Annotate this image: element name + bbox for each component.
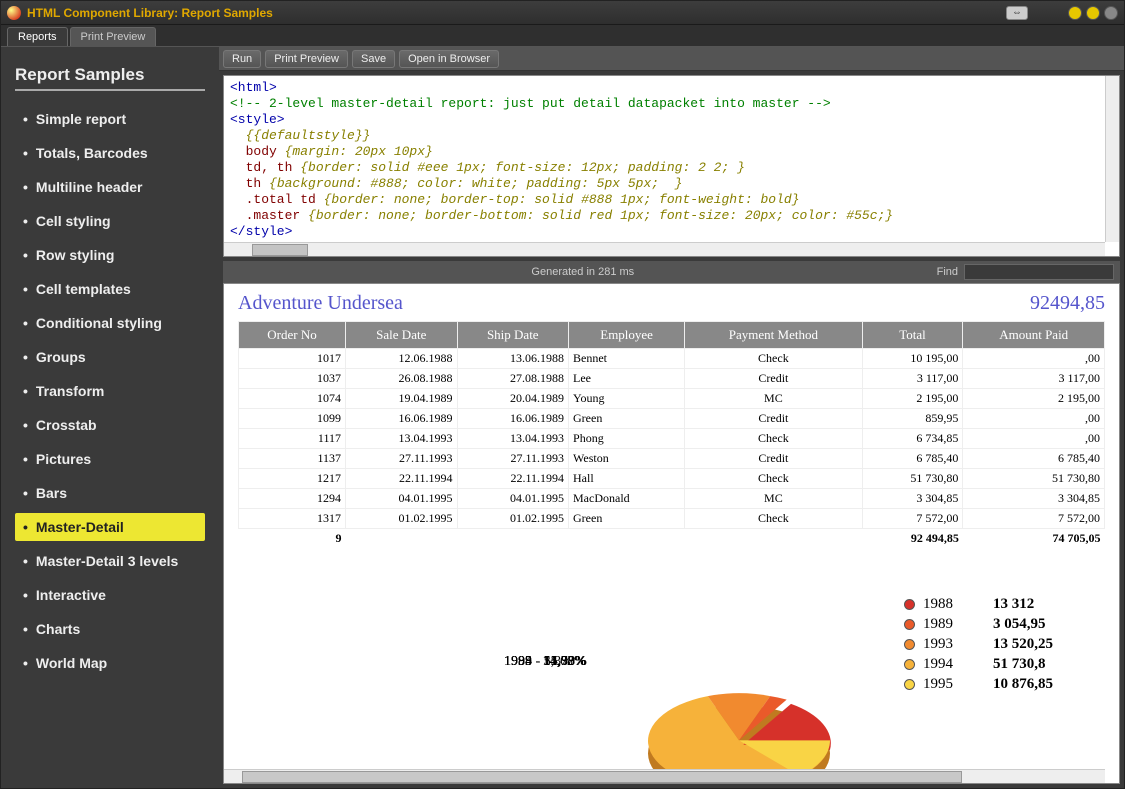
open-in-browser-button[interactable]: Open in Browser <box>399 50 499 68</box>
sidebar-item-conditional-styling[interactable]: Conditional styling <box>15 309 205 337</box>
sidebar-item-charts[interactable]: Charts <box>15 615 205 643</box>
run-button[interactable]: Run <box>223 50 261 68</box>
col-header: Payment Method <box>685 322 862 349</box>
col-header: Ship Date <box>457 322 569 349</box>
preview-hscroll[interactable] <box>224 769 1105 783</box>
sidebar-item-totals-barcodes[interactable]: Totals, Barcodes <box>15 139 205 167</box>
code-vscroll[interactable] <box>1105 76 1119 242</box>
pie-label-1993: 1993 14,62% <box>504 654 586 670</box>
table-row: 107419.04.198920.04.1989YoungMC2 195,002… <box>239 389 1105 409</box>
window-title: HTML Component Library: Report Samples <box>27 6 1006 20</box>
col-header: Amount Paid <box>963 322 1105 349</box>
print-preview-button[interactable]: Print Preview <box>265 50 348 68</box>
table-row: 129404.01.199504.01.1995MacDonaldMC3 304… <box>239 489 1105 509</box>
col-header: Employee <box>569 322 685 349</box>
total-row: 992 494,8574 705,05 <box>239 529 1105 549</box>
report-table: Order NoSale DateShip DateEmployeePaymen… <box>238 321 1105 548</box>
col-header: Order No <box>239 322 346 349</box>
table-row: 113727.11.199327.11.1993WestonCredit6 78… <box>239 449 1105 469</box>
code-hscroll[interactable] <box>224 242 1105 256</box>
app-icon <box>7 6 21 20</box>
table-row: 131701.02.199501.02.1995GreenCheck7 572,… <box>239 509 1105 529</box>
tab-reports[interactable]: Reports <box>7 27 68 46</box>
sidebar-item-master-detail-3-levels[interactable]: Master-Detail 3 levels <box>15 547 205 575</box>
table-row: 101712.06.198813.06.1988BennetCheck10 19… <box>239 349 1105 369</box>
master-header: Adventure Undersea 92494,85 <box>238 292 1105 315</box>
sidebar-item-multiline-header[interactable]: Multiline header <box>15 173 205 201</box>
generated-label: Generated in 281 ms <box>229 266 937 278</box>
col-header: Sale Date <box>346 322 458 349</box>
find-label: Find <box>937 266 958 278</box>
sidebar-item-world-map[interactable]: World Map <box>15 649 205 677</box>
sidebar-item-row-styling[interactable]: Row styling <box>15 241 205 269</box>
report-grand-total: 92494,85 <box>1030 292 1105 315</box>
col-header: Total <box>862 322 963 349</box>
main-tabs: Reports Print Preview <box>1 25 1124 47</box>
table-row: 121722.11.199422.11.1994HallCheck51 730,… <box>239 469 1105 489</box>
sidebar-title: Report Samples <box>15 65 205 91</box>
maximize-icon[interactable] <box>1086 6 1100 20</box>
legend-row: 198813 312 <box>904 594 1053 614</box>
titlebar: HTML Component Library: Report Samples ⇔ <box>1 1 1124 25</box>
status-bar: Generated in 281 ms Find <box>223 261 1120 283</box>
sidebar-item-transform[interactable]: Transform <box>15 377 205 405</box>
find-input[interactable] <box>964 264 1114 280</box>
code-editor[interactable]: <html> <!-- 2-level master-detail report… <box>223 75 1120 257</box>
legend-row: 19893 054,95 <box>904 614 1053 634</box>
sidebar-item-cell-templates[interactable]: Cell templates <box>15 275 205 303</box>
report-title: Adventure Undersea <box>238 292 403 315</box>
sidebar: Report Samples Simple report Totals, Barc… <box>1 47 219 788</box>
pie-chart: 1994 - 55,93% 1995 - 11,76% 1988 - 14,39… <box>504 654 1004 784</box>
close-icon[interactable] <box>1104 6 1118 20</box>
minimize-icon[interactable] <box>1068 6 1082 20</box>
table-row: 109916.06.198916.06.1989GreenCredit859,9… <box>239 409 1105 429</box>
sidebar-item-groups[interactable]: Groups <box>15 343 205 371</box>
sidebar-item-pictures[interactable]: Pictures <box>15 445 205 473</box>
sidebar-item-bars[interactable]: Bars <box>15 479 205 507</box>
sidebar-item-master-detail[interactable]: Master-Detail <box>15 513 205 541</box>
legend-row: 199313 520,25 <box>904 634 1053 654</box>
toolbar: Run Print Preview Save Open in Browser <box>219 47 1124 71</box>
sidebar-item-interactive[interactable]: Interactive <box>15 581 205 609</box>
tab-print-preview[interactable]: Print Preview <box>70 27 157 46</box>
sidebar-item-crosstab[interactable]: Crosstab <box>15 411 205 439</box>
sidebar-item-cell-styling[interactable]: Cell styling <box>15 207 205 235</box>
swap-icon[interactable]: ⇔ <box>1006 6 1028 20</box>
table-row: 111713.04.199313.04.1993PhongCheck6 734,… <box>239 429 1105 449</box>
sidebar-item-simple-report[interactable]: Simple report <box>15 105 205 133</box>
save-button[interactable]: Save <box>352 50 395 68</box>
report-preview[interactable]: Adventure Undersea 92494,85 Order NoSale… <box>223 283 1120 784</box>
table-row: 103726.08.198827.08.1988LeeCredit3 117,0… <box>239 369 1105 389</box>
